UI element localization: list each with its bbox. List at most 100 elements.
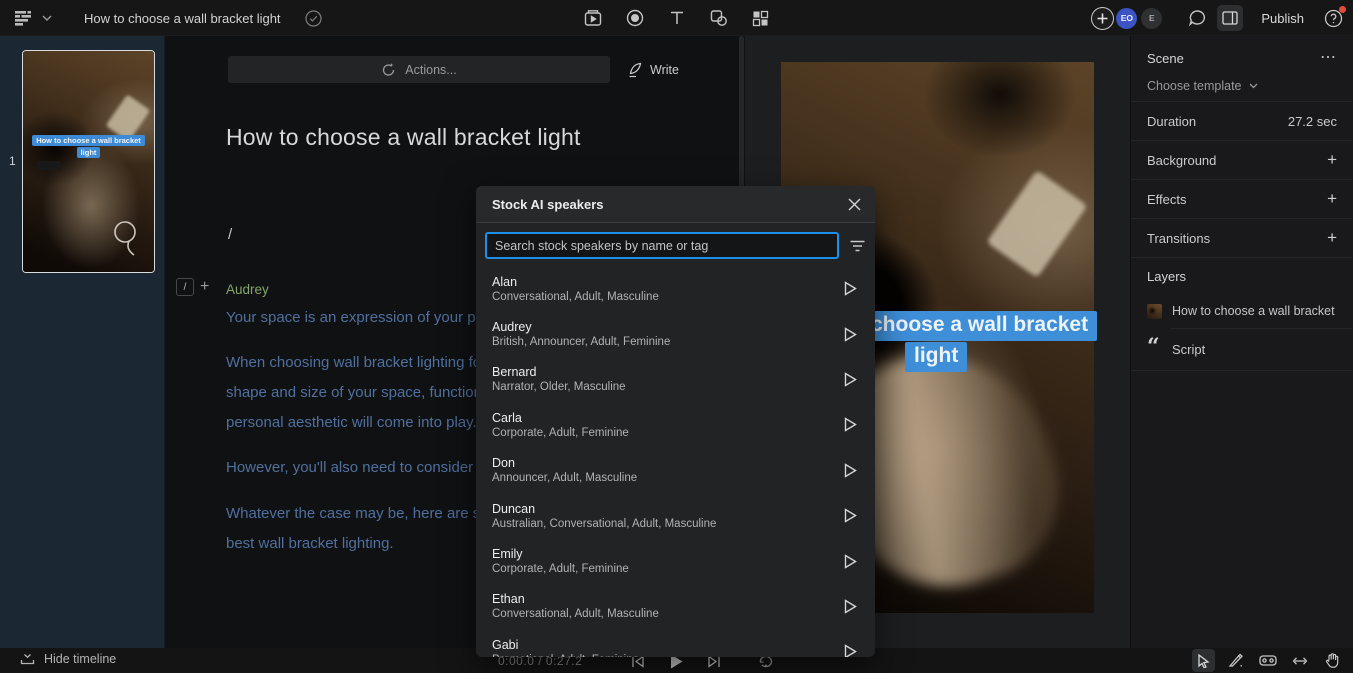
project-title[interactable]: How to choose a wall bracket light	[84, 11, 281, 26]
comments-icon[interactable]	[1188, 9, 1207, 27]
add-background-icon[interactable]: +	[1327, 150, 1337, 170]
close-icon[interactable]	[848, 198, 861, 211]
script-line[interactable]: However, you'll also need to consider h	[226, 459, 486, 476]
topbar-insert-tools	[582, 0, 772, 36]
saved-check-icon	[305, 10, 322, 27]
thumbnail-speaker-tag	[37, 161, 61, 170]
modal-header: Stock AI speakers	[476, 186, 875, 223]
add-transition-icon[interactable]: +	[1327, 228, 1337, 248]
filter-icon[interactable]	[850, 240, 865, 252]
script-line[interactable]: personal aesthetic will come into play.	[226, 414, 477, 431]
add-collaborator-icon[interactable]	[1091, 7, 1114, 30]
clip-tool-icon[interactable]	[1256, 649, 1279, 672]
layer-title: How to choose a wall bracket lig...	[1172, 304, 1337, 318]
play-preview-icon[interactable]	[844, 372, 857, 387]
speaker-tags: Corporate, Adult, Feminine	[492, 563, 629, 575]
effects-row[interactable]: Effects +	[1131, 180, 1353, 219]
help-button[interactable]	[1324, 9, 1343, 28]
draw-tool-icon[interactable]	[1224, 649, 1247, 672]
script-line[interactable]: Whatever the case may be, here are so	[226, 505, 489, 522]
background-label: Background	[1147, 153, 1216, 168]
play-preview-icon[interactable]	[844, 327, 857, 342]
speaker-row[interactable]: AudreyBritish, Announcer, Adult, Feminin…	[476, 311, 875, 356]
hide-timeline-button[interactable]: Hide timeline	[20, 651, 116, 666]
play-preview-icon[interactable]	[844, 508, 857, 523]
script-line[interactable]: When choosing wall bracket lighting for	[226, 354, 486, 371]
speaker-tags: British, Announcer, Adult, Feminine	[492, 336, 670, 348]
hide-timeline-label: Hide timeline	[44, 652, 116, 666]
layers-label: Layers	[1147, 269, 1186, 284]
choose-template-label: Choose template	[1147, 79, 1242, 93]
video-caption-line[interactable]: light	[905, 342, 967, 372]
speaker-search-input[interactable]	[485, 232, 839, 259]
chevron-down-icon	[1249, 83, 1258, 89]
script-line[interactable]: Your space is an expression of your per	[226, 309, 489, 326]
speaker-row[interactable]: AlanConversational, Adult, Masculine	[476, 266, 875, 311]
horizontal-resize-icon[interactable]	[1288, 649, 1311, 672]
script-label: Script	[1172, 342, 1205, 357]
script-line[interactable]: best wall bracket lighting.	[226, 535, 394, 552]
duration-value[interactable]: 27.2 sec	[1288, 114, 1337, 129]
actions-bar[interactable]: Actions...	[228, 56, 610, 83]
toggle-sidebar-icon[interactable]	[1217, 5, 1243, 31]
duration-row: Duration 27.2 sec	[1131, 102, 1353, 141]
avatar[interactable]: E	[1141, 8, 1162, 29]
magic-actions-icon	[381, 62, 397, 78]
speaker-row[interactable]: Carla Corporate, Adult, Feminine	[476, 402, 875, 447]
layer-thumbnail	[1147, 304, 1162, 319]
speaker-name: Don	[492, 456, 637, 470]
actions-label: Actions...	[405, 63, 456, 77]
thumbnail-caption-line: light	[77, 147, 101, 158]
speaker-row[interactable]: GabiPromotional, Adult, Feminine	[476, 629, 875, 657]
play-preview-icon[interactable]	[844, 417, 857, 432]
app-logo-icon[interactable]	[14, 10, 32, 26]
speaker-label[interactable]: Audrey	[226, 282, 269, 297]
play-preview-icon[interactable]	[844, 463, 857, 478]
shapes-icon[interactable]	[708, 7, 730, 29]
select-tool-icon[interactable]	[1192, 649, 1215, 672]
play-preview-icon[interactable]	[844, 554, 857, 569]
thumbnail-caption: How to choose a wall bracket light	[23, 135, 154, 158]
bracket-shape	[986, 170, 1087, 278]
layer-item-caption[interactable]: How to choose a wall bracket lig...	[1131, 294, 1353, 328]
slash-command-button[interactable]: /	[176, 278, 194, 296]
slide-number: 1	[9, 154, 16, 168]
add-block-button[interactable]: +	[200, 279, 209, 295]
write-button[interactable]: Write	[627, 56, 679, 83]
chevron-down-icon[interactable]	[42, 15, 52, 21]
scene-inspector: Scene ⋯ Choose template Duration 27.2 se…	[1130, 36, 1353, 648]
play-preview-icon[interactable]	[844, 599, 857, 614]
quill-icon	[627, 62, 643, 78]
play-preview-icon[interactable]	[844, 281, 857, 296]
speaker-tags: Corporate, Adult, Feminine	[492, 427, 629, 439]
slide-thumbnail[interactable]: How to choose a wall bracket light	[22, 50, 155, 273]
text-icon[interactable]	[666, 7, 688, 29]
add-effect-icon[interactable]: +	[1327, 189, 1337, 209]
speaker-tags: Narrator, Older, Masculine	[492, 381, 626, 393]
choose-template-button[interactable]: Choose template	[1131, 70, 1353, 102]
avatar[interactable]: EO	[1116, 8, 1137, 29]
speaker-row[interactable]: DonAnnouncer, Adult, Masculine	[476, 448, 875, 493]
layer-item-script[interactable]: “ Script	[1131, 329, 1353, 371]
thumbnail-caption-line: How to choose a wall bracket	[32, 135, 145, 146]
background-row[interactable]: Background +	[1131, 141, 1353, 180]
publish-button[interactable]: Publish	[1261, 11, 1304, 26]
speaker-row[interactable]: DuncanAustralian, Conversational, Adult,…	[476, 493, 875, 538]
speaker-name: Carla	[492, 411, 629, 425]
play-preview-icon[interactable]	[844, 644, 857, 657]
pan-hand-icon[interactable]	[1320, 649, 1343, 672]
speaker-row[interactable]: EthanConversational, Adult, Masculine	[476, 584, 875, 629]
media-icon[interactable]	[582, 7, 604, 29]
script-line[interactable]: shape and size of your space, function	[226, 384, 482, 401]
video-caption-line[interactable]: choose a wall bracket	[862, 311, 1097, 341]
speaker-row[interactable]: BernardNarrator, Older, Masculine	[476, 357, 875, 402]
layout-grid-icon[interactable]	[750, 7, 772, 29]
transitions-row[interactable]: Transitions +	[1131, 219, 1353, 258]
topbar-right: EO E Publish	[1091, 0, 1343, 36]
document-heading[interactable]: How to choose a wall bracket light	[226, 124, 581, 151]
record-icon[interactable]	[624, 7, 646, 29]
more-menu-icon[interactable]: ⋯	[1320, 54, 1337, 62]
effects-label: Effects	[1147, 192, 1187, 207]
speaker-row[interactable]: EmilyCorporate, Adult, Feminine	[476, 538, 875, 583]
slash-command-cursor[interactable]: /	[228, 226, 232, 243]
